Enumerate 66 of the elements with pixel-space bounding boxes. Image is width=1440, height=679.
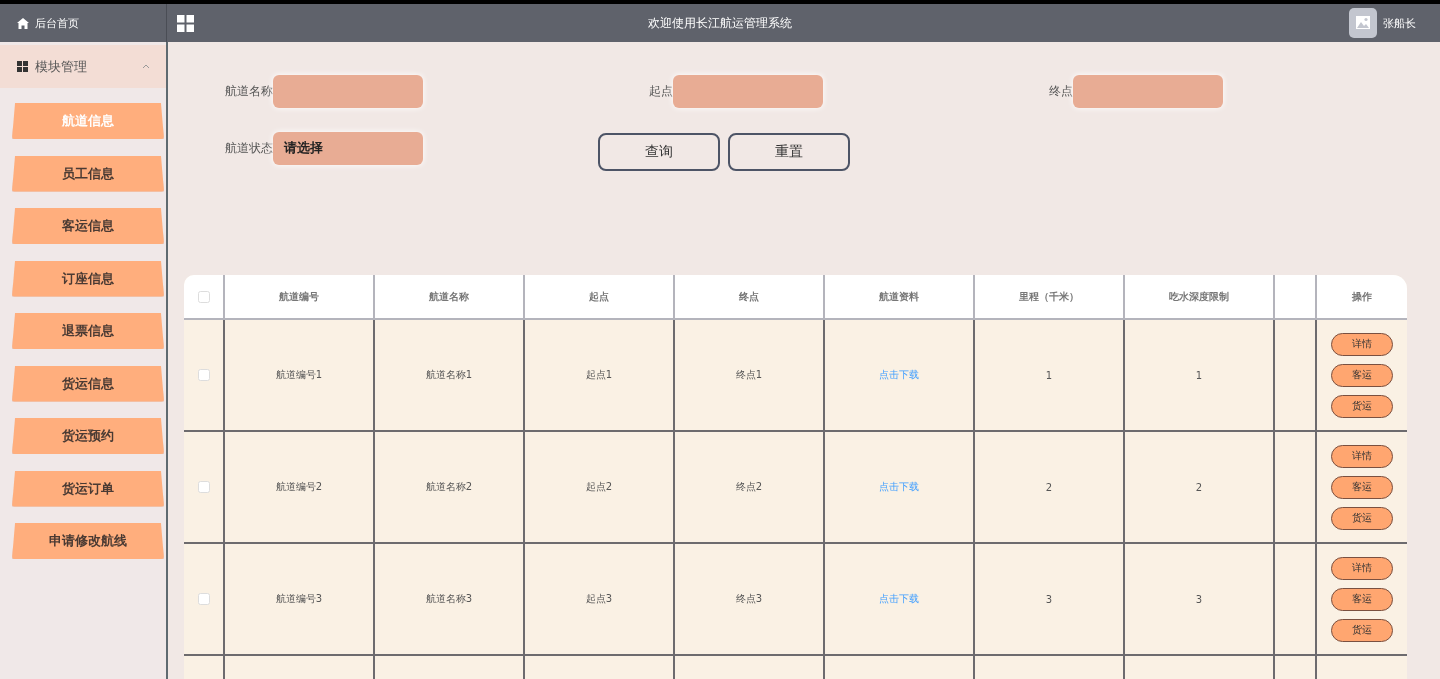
checkbox[interactable] xyxy=(197,290,210,303)
grid-icon xyxy=(17,61,28,72)
column-header: 航道编号 xyxy=(225,275,375,320)
column-header: 操作 xyxy=(1317,275,1407,320)
table-cell: 航道编号2 xyxy=(275,480,323,494)
menu-group[interactable]: 模块管理 xyxy=(0,45,166,88)
menu-item[interactable]: 货运订单 xyxy=(12,470,164,507)
menu-item[interactable]: 退票信息 xyxy=(12,313,164,349)
checkbox[interactable] xyxy=(197,593,210,605)
input-field[interactable] xyxy=(1073,75,1223,108)
field-label: 航道状态 xyxy=(224,139,273,157)
table-cell: 1 xyxy=(1195,369,1203,381)
table-cell: 航道名称1 xyxy=(425,368,473,382)
action-button[interactable]: 货运 xyxy=(1331,618,1393,642)
table-cell: 终点2 xyxy=(735,480,763,494)
table-cell: 航道名称3 xyxy=(425,592,473,606)
menu-item[interactable]: 客运信息 xyxy=(12,208,164,244)
table-cell: 起点2 xyxy=(585,480,613,494)
table-cell: 航道编号1 xyxy=(275,368,323,382)
page-title: 欢迎使用长江航运管理系统 xyxy=(648,14,792,32)
home-icon xyxy=(17,17,29,29)
menu-icon[interactable] xyxy=(177,14,194,32)
select-field[interactable]: 请选择 xyxy=(273,131,423,165)
action-button[interactable]: 详情 xyxy=(1331,444,1393,468)
search-button[interactable]: 查询 xyxy=(598,133,720,171)
action-button[interactable]: 客运 xyxy=(1331,363,1393,387)
column-header: 航道资料 xyxy=(825,275,975,320)
user-name[interactable]: 张船长 xyxy=(1383,15,1416,31)
empty-cell xyxy=(1275,275,1317,320)
input-field[interactable] xyxy=(673,75,823,108)
avatar-icon[interactable] xyxy=(1349,8,1377,38)
table-cell: 3 xyxy=(1195,593,1203,605)
menu-item[interactable]: 员工信息 xyxy=(12,155,164,192)
column-header: 航道名称 xyxy=(375,275,525,320)
table-cell: 终点3 xyxy=(735,592,763,606)
action-button[interactable]: 货运 xyxy=(1331,506,1393,530)
checkbox[interactable] xyxy=(197,369,210,381)
menu-item[interactable]: 申请修改航线 xyxy=(12,523,164,559)
action-button[interactable]: 详情 xyxy=(1331,332,1393,356)
table-cell: 起点3 xyxy=(585,592,613,606)
action-button[interactable]: 详情 xyxy=(1331,556,1393,580)
table-cell: 航道编号3 xyxy=(275,592,323,606)
field-label: 航道名称 xyxy=(224,83,273,100)
menu-item[interactable]: 货运预约 xyxy=(12,418,164,454)
home-link[interactable]: 后台首页 xyxy=(35,15,79,31)
menu-item[interactable]: 货运信息 xyxy=(12,365,164,402)
field-label: 终点 xyxy=(1048,83,1073,100)
column-header: 吃水深度限制 xyxy=(1125,275,1275,320)
table-cell: 航道名称2 xyxy=(425,480,473,494)
table-cell: 2 xyxy=(1045,481,1053,493)
action-button[interactable]: 货运 xyxy=(1331,394,1393,418)
menu-item[interactable]: 订座信息 xyxy=(12,260,164,297)
column-header: 终点 xyxy=(675,275,825,320)
column-header: 里程（千米） xyxy=(975,275,1125,320)
table-cell: 2 xyxy=(1195,481,1203,493)
action-button[interactable]: 客运 xyxy=(1331,475,1393,499)
table-cell: 终点1 xyxy=(735,368,763,382)
action-button[interactable]: 客运 xyxy=(1331,587,1393,611)
table-cell: 1 xyxy=(1045,369,1053,381)
column-header: 起点 xyxy=(525,275,675,320)
field-label: 起点 xyxy=(648,83,673,100)
input-field[interactable] xyxy=(273,75,423,108)
reset-button[interactable]: 重置 xyxy=(728,133,850,171)
checkbox[interactable] xyxy=(197,481,210,493)
table-cell: 3 xyxy=(1045,593,1053,605)
table-cell: 起点1 xyxy=(585,368,613,382)
